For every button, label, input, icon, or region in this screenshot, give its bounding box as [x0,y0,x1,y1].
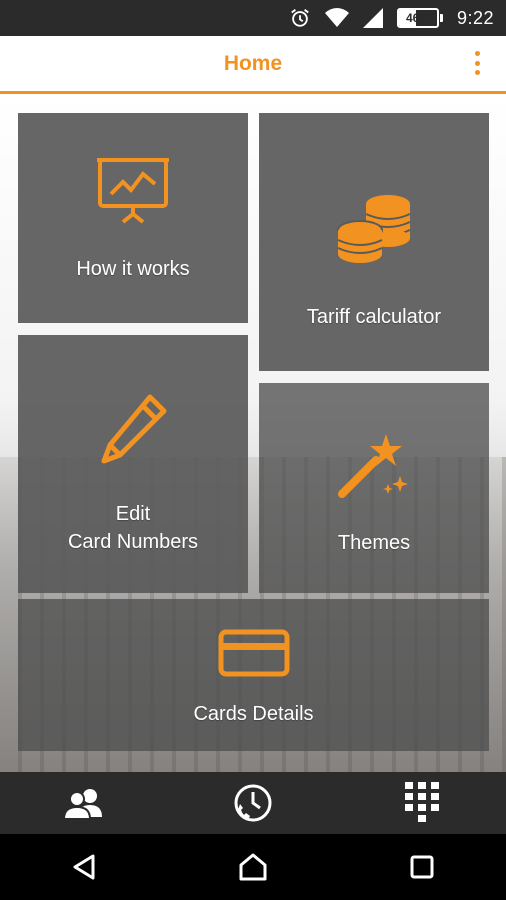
clock-time: 9:22 [456,7,494,28]
contacts-icon[interactable] [54,778,114,828]
back-icon[interactable] [54,842,114,892]
themes-label: Themes [337,531,411,554]
coins-icon [336,194,412,271]
edit-card-numbers-label: Edit Card Numbers [67,502,199,553]
status-bar: 46% 9:22 [0,0,506,36]
credit-card-icon [218,629,290,682]
presentation-chart-icon [97,154,169,229]
bottom-navigation [0,772,506,834]
edit-card-numbers-tile[interactable]: Edit Card Numbers [18,335,248,593]
how-it-works-tile[interactable]: How it works [18,113,248,323]
system-navigation-bar [0,834,506,900]
pencil-icon [98,391,168,472]
battery-indicator: 46% [396,8,443,28]
dialpad-icon[interactable] [392,778,452,828]
how-it-works-label: How it works [76,257,190,280]
tariff-calculator-tile[interactable]: Tariff calculator [259,113,489,371]
call-history-icon[interactable] [223,778,283,828]
tariff-calculator-label: Tariff calculator [306,305,442,328]
home-grid: How it works Tariff calculator Edit Card… [0,97,506,772]
cards-details-label: Cards Details [193,702,314,725]
page-title: Home [223,51,283,75]
wifi-icon [324,8,349,28]
alarm-icon [289,7,311,29]
app-bar: Home [0,36,506,94]
recents-icon[interactable] [392,842,452,892]
themes-tile[interactable]: Themes [259,383,489,593]
cards-details-tile[interactable]: Cards Details [18,599,489,751]
signal-icon [362,8,383,28]
magic-wand-icon [336,430,412,507]
battery-percent: 46% [405,11,430,25]
overflow-menu-icon[interactable] [472,51,482,75]
home-icon[interactable] [223,842,283,892]
